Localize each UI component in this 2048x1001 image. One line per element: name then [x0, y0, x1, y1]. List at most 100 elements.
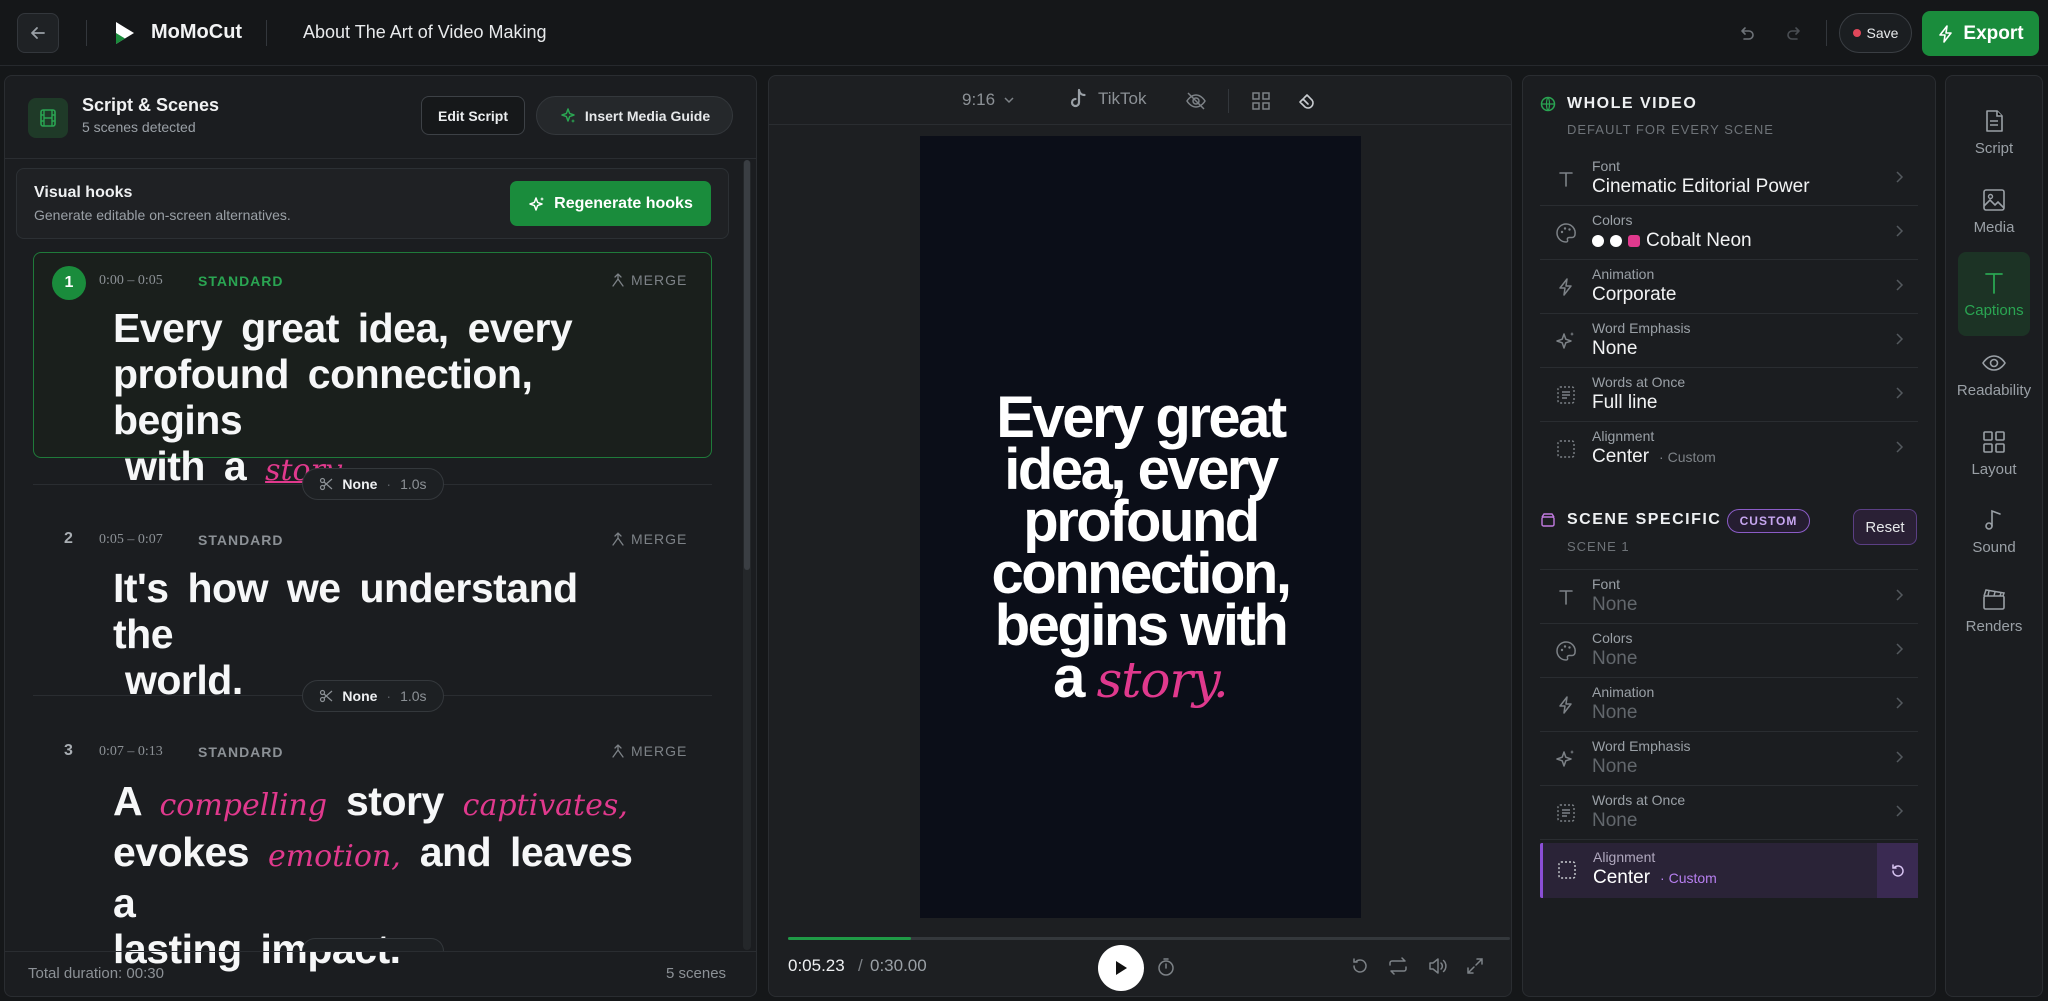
merge-button[interactable]: MERGE — [611, 272, 687, 288]
aspect-ratio-value: 9:16 — [962, 90, 996, 109]
scene-word-emphasis-setting[interactable]: Word Emphasis None — [1540, 732, 1918, 786]
chevron-right-icon — [1896, 171, 1904, 183]
grid-button[interactable] — [1249, 89, 1273, 113]
words-at-once-setting[interactable]: Words at Once Full line — [1540, 368, 1918, 422]
chevron-right-icon — [1896, 751, 1904, 763]
rail-label: Captions — [1964, 301, 2024, 319]
setting-label: Alignment — [1593, 849, 1656, 865]
restart-button[interactable] — [1349, 955, 1371, 977]
color-swatch — [1610, 235, 1622, 247]
volume-button[interactable] — [1427, 955, 1449, 977]
scene-colors-setting[interactable]: Colors None — [1540, 624, 1918, 678]
edit-script-button[interactable]: Edit Script — [421, 96, 525, 135]
brand-name: MoMoCut — [151, 21, 243, 43]
insert-media-label: Insert Media Guide — [584, 107, 711, 124]
aspect-ratio-select[interactable]: 9:16 — [962, 90, 1015, 110]
transition-pill[interactable]: None · 1.0s — [302, 468, 444, 500]
color-swatch — [1628, 235, 1640, 247]
chevron-right-icon — [1896, 333, 1904, 345]
colors-setting[interactable]: Colors Cobalt Neon — [1540, 206, 1918, 260]
transition-pill-partial[interactable] — [302, 938, 444, 951]
regenerate-hooks-button[interactable]: Regenerate hooks — [510, 181, 711, 226]
rail-renders[interactable]: Renders — [1958, 577, 2030, 643]
fullscreen-button[interactable] — [1464, 955, 1486, 977]
divider — [5, 158, 756, 159]
loop-button[interactable] — [1387, 955, 1409, 977]
rail-sound[interactable]: Sound — [1958, 498, 2030, 564]
merge-label: MERGE — [631, 743, 688, 759]
unsaved-indicator — [1852, 29, 1861, 37]
eye-off-icon — [1186, 92, 1206, 110]
play-button[interactable] — [1098, 945, 1144, 991]
project-title[interactable]: About The Art of Video Making — [303, 22, 547, 43]
back-button[interactable] — [17, 13, 59, 53]
timer-button[interactable] — [1155, 956, 1177, 978]
rail-captions[interactable]: Captions — [1958, 252, 2030, 336]
rail-label: Layout — [1971, 460, 2017, 478]
font-icon — [1553, 584, 1579, 610]
magnet-icon — [1299, 94, 1314, 109]
transition-pill[interactable]: None · 1.0s — [302, 680, 444, 712]
export-button[interactable]: Export — [1922, 11, 2039, 56]
globe-icon — [1540, 96, 1556, 112]
scrollbar-thumb[interactable] — [744, 160, 750, 570]
sparkle-icon — [1553, 328, 1579, 354]
alignment-value: Center — [1592, 446, 1650, 467]
scene-words-at-once-setting[interactable]: Words at Once None — [1540, 786, 1918, 840]
hide-safe-zone-button[interactable] — [1184, 89, 1208, 113]
sparkle-icon — [1553, 746, 1579, 772]
redo-button[interactable] — [1782, 20, 1808, 46]
insert-media-guide-button[interactable]: Insert Media Guide — [536, 96, 733, 135]
palette-name: Cobalt Neon — [1646, 230, 1752, 251]
scene-number: 1 — [52, 266, 86, 300]
sparkle-icon — [529, 196, 545, 211]
setting-value: Full line — [1592, 392, 1657, 414]
reset-button[interactable]: Reset — [1853, 509, 1917, 545]
setting-value: Corporate — [1592, 284, 1677, 306]
save-button[interactable]: Save — [1839, 13, 1912, 53]
alignment-setting[interactable]: Alignment Center · Custom — [1540, 422, 1918, 476]
scene-font-setting[interactable]: Font None — [1540, 570, 1918, 624]
scene-type-badge: STANDARD — [198, 532, 284, 548]
scene-alignment-setting[interactable]: Alignment Center · Custom — [1540, 843, 1918, 898]
emphasis-word: compelling — [159, 788, 328, 823]
scene-animation-setting[interactable]: Animation None — [1540, 678, 1918, 732]
rail-layout[interactable]: Layout — [1958, 420, 2030, 486]
loop-icon — [1389, 957, 1407, 975]
chevron-right-icon — [1896, 387, 1904, 399]
grid-icon — [1252, 92, 1270, 110]
revert-alignment-button[interactable] — [1877, 843, 1918, 898]
undo-button[interactable] — [1733, 20, 1759, 46]
platform-select[interactable]: TikTok — [1068, 88, 1147, 110]
font-setting[interactable]: Font Cinematic Editorial Power — [1540, 152, 1918, 206]
merge-button[interactable]: MERGE — [611, 531, 687, 547]
merge-button[interactable]: MERGE — [611, 743, 687, 759]
scene-count: 5 scenes detected — [82, 119, 196, 135]
caption-overlay[interactable]: Every great idea, every profound connect… — [920, 389, 1361, 707]
scissors-icon — [320, 477, 333, 491]
rail-media[interactable]: Media — [1958, 178, 2030, 244]
divider — [5, 951, 756, 952]
platform-name: TikTok — [1098, 89, 1147, 108]
rail-readability[interactable]: Readability — [1957, 341, 2031, 407]
divider — [1228, 89, 1229, 113]
word-emphasis-setting[interactable]: Word Emphasis None — [1540, 314, 1918, 368]
whole-video-title: WHOLE VIDEO — [1567, 95, 1698, 112]
momocut-logo — [116, 22, 134, 44]
timer-icon — [1158, 958, 1174, 976]
rail-script[interactable]: Script — [1958, 99, 2030, 165]
rail-label: Sound — [1972, 538, 2016, 556]
script-word: A — [113, 778, 141, 824]
merge-icon — [612, 744, 624, 758]
regenerate-label: Regenerate hooks — [554, 194, 693, 212]
separator: · — [386, 688, 392, 704]
revert-icon — [1891, 863, 1904, 877]
export-label: Export — [1963, 22, 2024, 44]
undo-icon — [1741, 27, 1754, 40]
animation-setting[interactable]: Animation Corporate — [1540, 260, 1918, 314]
film-icon — [28, 98, 68, 138]
emphasis-word: emotion, — [267, 839, 401, 874]
chevron-right-icon — [1896, 805, 1904, 817]
magnet-button[interactable] — [1294, 89, 1318, 113]
scene-script-text[interactable]: Every great idea, every profound connect… — [113, 305, 653, 494]
